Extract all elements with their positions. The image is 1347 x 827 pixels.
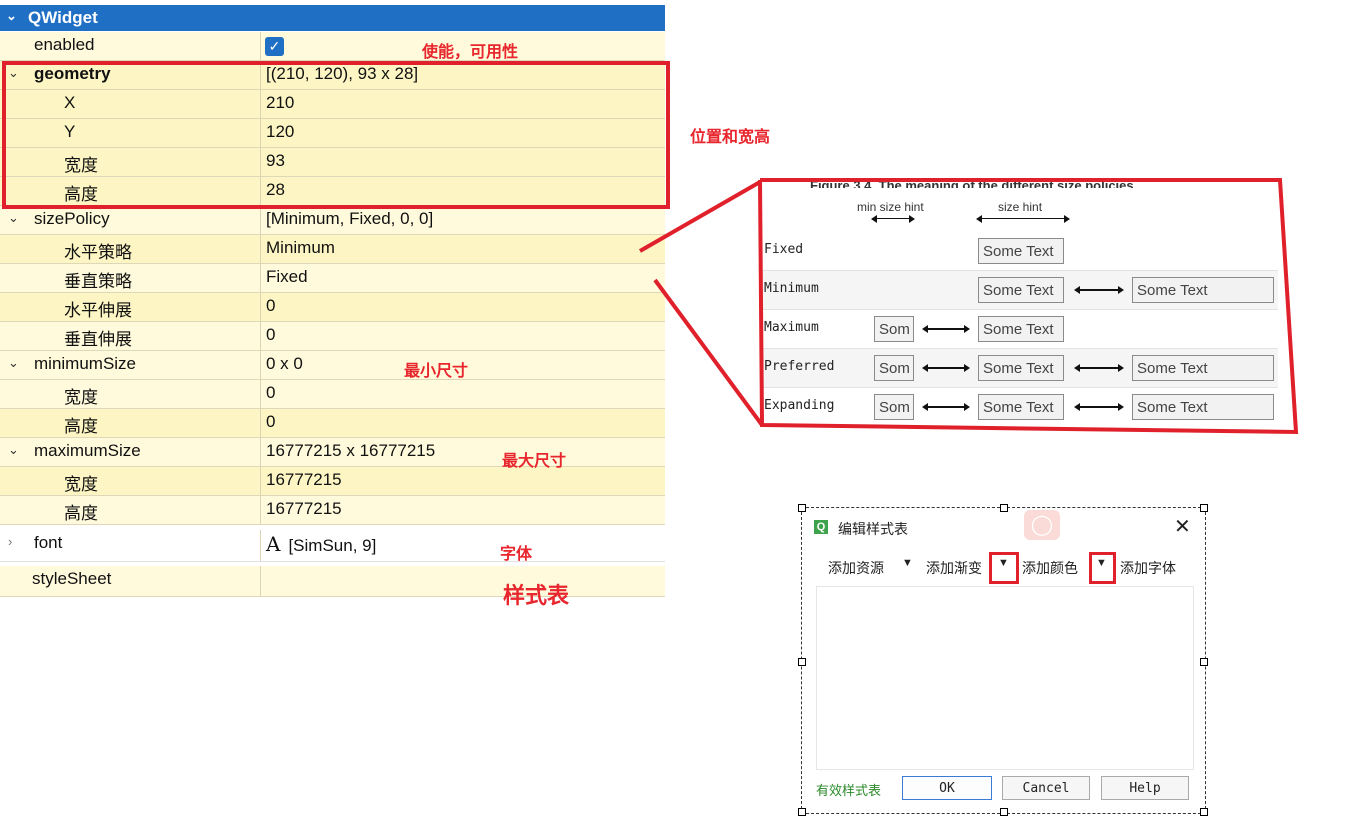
resize-handle[interactable] [798,504,806,512]
stylesheet-text-editor[interactable] [816,586,1194,770]
dialog-title: 编辑样式表 [838,521,908,537]
add-resource-dropdown-icon[interactable]: ▼ [902,557,913,569]
ok-button[interactable]: OK [902,776,992,800]
edit-stylesheet-dialog: Q 编辑样式表 ◯ ✕ 添加资源 ▼ 添加渐变 ▼ 添加颜色 ▼ 添加字体 有效… [798,504,1208,816]
add-gradient-button[interactable]: 添加渐变 [926,558,982,578]
search-icon[interactable]: ◯ [1024,510,1060,540]
resize-handle[interactable] [798,808,806,816]
add-color-button[interactable]: 添加颜色 [1022,558,1078,578]
help-button[interactable]: Help [1101,776,1189,800]
add-font-button[interactable]: 添加字体 [1120,558,1176,578]
valid-stylesheet-status: 有效样式表 [816,783,882,798]
resize-handle[interactable] [798,658,806,666]
resize-handle[interactable] [1000,808,1008,816]
figure-outline-path [758,178,1299,435]
resize-handle[interactable] [1200,808,1208,816]
color-dropdown-highlight [1089,552,1116,584]
gradient-dropdown-highlight [989,552,1019,584]
resize-handle[interactable] [1200,658,1208,666]
add-resource-button[interactable]: 添加资源 [828,558,884,578]
resize-handle[interactable] [1200,504,1208,512]
cancel-button[interactable]: Cancel [1002,776,1090,800]
resize-handle[interactable] [1000,504,1008,512]
qt-designer-icon: Q [814,520,828,534]
close-icon[interactable]: ✕ [1174,514,1191,539]
